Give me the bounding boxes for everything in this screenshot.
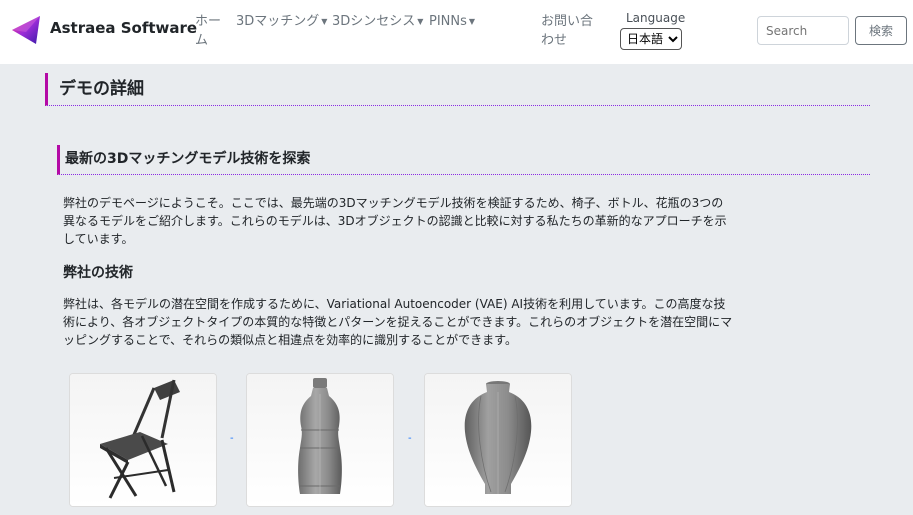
page-title: デモの詳細 bbox=[45, 73, 870, 106]
nav-3d-matching-label: 3Dマッチング bbox=[236, 14, 320, 29]
vase-model-image bbox=[425, 374, 571, 506]
nav-3d-matching[interactable]: 3Dマッチング ▼ bbox=[236, 12, 327, 31]
nav-3d-synthesis[interactable]: 3Dシンセシス ▼ bbox=[332, 12, 423, 31]
vase-model-card[interactable] bbox=[424, 373, 572, 507]
model-separator: - bbox=[408, 433, 412, 444]
chevron-down-icon: ▼ bbox=[417, 17, 424, 26]
nav-pinns[interactable]: PINNs ▼ bbox=[429, 12, 475, 31]
search-input[interactable] bbox=[757, 16, 849, 45]
nav-3d-synthesis-label: 3Dシンセシス bbox=[332, 14, 416, 29]
bottle-model-image bbox=[247, 374, 393, 506]
navbar: Astraea Software ホーム 3Dマッチング ▼ 3Dシンセシス ▼ P… bbox=[0, 0, 913, 64]
tech-heading: 弊社の技術 bbox=[63, 265, 133, 281]
astraea-logo-icon[interactable] bbox=[10, 14, 42, 46]
language-label: Language bbox=[626, 11, 686, 25]
language-select[interactable]: 日本語 bbox=[620, 28, 682, 50]
nav-pinns-label: PINNs bbox=[429, 14, 467, 29]
chair-model-card[interactable] bbox=[69, 373, 217, 507]
intro-paragraph: 弊社のデモページにようこそ。ここでは、最先端の3Dマッチングモデル技術を検証する… bbox=[63, 196, 727, 246]
brand-name[interactable]: Astraea Software bbox=[50, 19, 197, 37]
model-separator: - bbox=[230, 433, 234, 444]
chevron-down-icon: ▼ bbox=[321, 17, 328, 26]
search-button[interactable]: 検索 bbox=[855, 16, 907, 45]
nav-home[interactable]: ホーム bbox=[195, 12, 223, 50]
section-title: 最新の3Dマッチングモデル技術を探索 bbox=[57, 145, 870, 175]
chevron-down-icon: ▼ bbox=[468, 17, 476, 26]
tech-paragraph: 弊社は、各モデルの潜在空間を作成するために、Variational Autoen… bbox=[63, 297, 733, 347]
chair-model-image bbox=[70, 374, 216, 506]
bottle-model-card[interactable] bbox=[246, 373, 394, 507]
nav-contact[interactable]: お問い合わせ bbox=[541, 12, 605, 50]
